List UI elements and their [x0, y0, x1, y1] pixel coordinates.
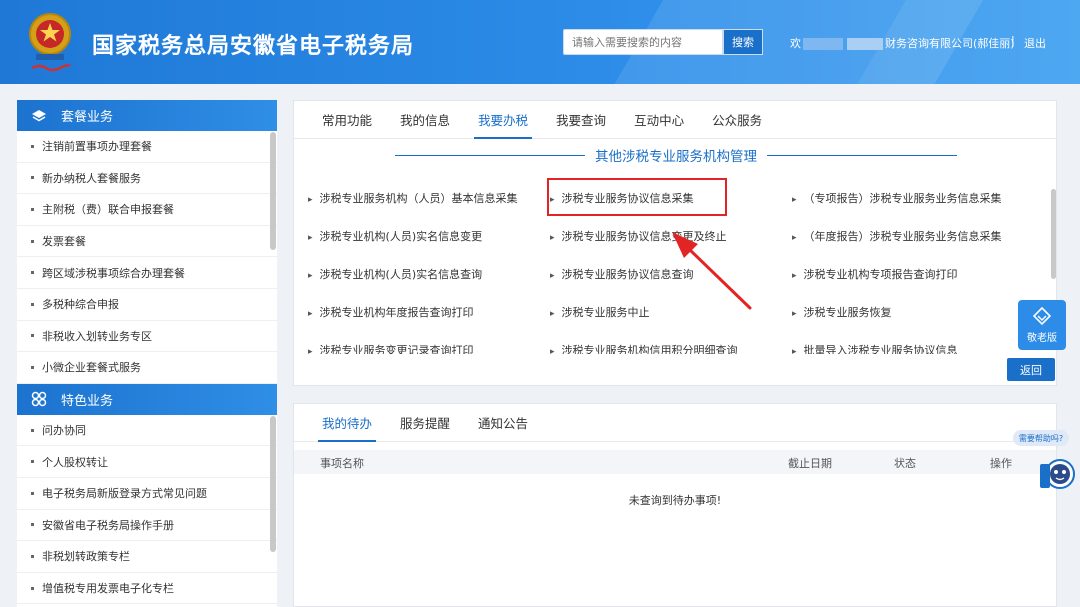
- sidebar-group-title: 特色业务: [61, 393, 114, 409]
- todo-tabs: 我的待办 服务提醒 通知公告: [294, 404, 1056, 442]
- divider: [395, 154, 585, 156]
- sidebar-item[interactable]: 多税种综合申报: [17, 289, 277, 321]
- sidebar-item[interactable]: 主附税（费）联合申报套餐: [17, 194, 277, 226]
- function-link[interactable]: 涉税专业服务变更记录查询打印: [308, 342, 474, 354]
- column-header: 操作: [990, 457, 1012, 470]
- site-header: 国家税务总局安徽省电子税务局 搜索 欢 财务咨询有限公司(郝佳丽) | 退出: [0, 0, 1080, 84]
- welcome-prefix: 欢: [790, 37, 801, 50]
- function-link[interactable]: （年度报告）涉税专业服务业务信息采集: [792, 228, 1002, 244]
- header-separator: |: [1011, 34, 1015, 47]
- column-header: 事项名称: [320, 457, 364, 470]
- function-link-agreement-collect[interactable]: 涉税专业服务协议信息采集: [550, 190, 694, 206]
- function-link[interactable]: 涉税专业服务机构（人员）基本信息采集: [308, 190, 518, 206]
- tax-emblem-logo: [29, 13, 71, 72]
- sidebar-item[interactable]: 问办协同: [17, 415, 277, 447]
- panel-scrollbar[interactable]: [1051, 189, 1056, 279]
- tax-service-panel: 常用功能 我的信息 我要办税 我要查询 互动中心 公众服务 其他涉税专业服务机构…: [293, 100, 1057, 386]
- tab-public-service[interactable]: 公众服务: [698, 101, 776, 138]
- sidebar-item[interactable]: 非税收入划转业务专区: [17, 321, 277, 353]
- sidebar-item[interactable]: 小微企业套餐式服务: [17, 352, 277, 384]
- divider: [767, 154, 957, 156]
- sidebar-scrollbar[interactable]: [270, 132, 276, 250]
- function-link[interactable]: 涉税专业机构专项报告查询打印: [792, 266, 958, 282]
- grid-icon: [31, 391, 47, 407]
- section-title: 其他涉税专业服务机构管理: [294, 145, 1058, 165]
- sidebar-scrollbar[interactable]: [270, 416, 276, 552]
- function-link[interactable]: 涉税专业机构年度报告查询打印: [308, 304, 474, 320]
- help-bubble[interactable]: 需要帮助吗?: [1013, 430, 1069, 446]
- function-link[interactable]: 批量导入涉税专业服务协议信息: [792, 342, 958, 354]
- column-header: 截止日期: [788, 457, 832, 470]
- redacted-name: [847, 38, 883, 50]
- todo-table-header: 事项名称 截止日期 状态 操作: [294, 450, 1056, 474]
- elder-mode-button[interactable]: 敬老版: [1018, 300, 1066, 350]
- function-link[interactable]: 涉税专业服务中止: [550, 304, 650, 320]
- sidebar-item[interactable]: 电子税务局新版登录方式常见问题: [17, 478, 277, 510]
- sidebar-item[interactable]: 增值税专用发票电子化专栏: [17, 573, 277, 605]
- tab-tax-handling[interactable]: 我要办税: [464, 101, 542, 139]
- tab-common-functions[interactable]: 常用功能: [308, 101, 386, 138]
- welcome-company: 财务咨询有限公司(郝佳丽): [885, 37, 1015, 50]
- sidebar-item[interactable]: 新办纳税人套餐服务: [17, 163, 277, 195]
- sidebar-item[interactable]: 跨区域涉税事项综合办理套餐: [17, 257, 277, 289]
- assistant-robot-icon[interactable]: [1038, 450, 1076, 494]
- search-button[interactable]: 搜索: [723, 29, 763, 55]
- tab-query[interactable]: 我要查询: [542, 101, 620, 138]
- return-button[interactable]: 返回: [1007, 358, 1055, 381]
- section-title-text: 其他涉税专业服务机构管理: [595, 149, 757, 165]
- sidebar-group-package[interactable]: 套餐业务: [17, 100, 277, 131]
- todo-panel: 我的待办 服务提醒 通知公告 事项名称 截止日期 状态 操作 未查询到待办事项!: [293, 403, 1057, 607]
- welcome-user: 欢 财务咨询有限公司(郝佳丽): [790, 35, 1015, 51]
- function-link[interactable]: 涉税专业服务协议信息查询: [550, 266, 694, 282]
- sidebar-item[interactable]: 发票套餐: [17, 226, 277, 258]
- sidebar-group-title: 套餐业务: [61, 110, 114, 125]
- elder-mode-label: 敬老版: [1027, 332, 1057, 344]
- function-link[interactable]: 涉税专业服务机构信用积分明细查询: [550, 342, 738, 354]
- tab-service-reminder[interactable]: 服务提醒: [386, 404, 464, 441]
- site-title: 国家税务总局安徽省电子税务局: [92, 34, 415, 59]
- search-input[interactable]: [563, 29, 723, 55]
- function-link[interactable]: （专项报告）涉税专业服务业务信息采集: [792, 190, 1002, 206]
- main-tabs: 常用功能 我的信息 我要办税 我要查询 互动中心 公众服务: [294, 101, 1056, 139]
- empty-message: 未查询到待办事项!: [628, 494, 722, 507]
- sidebar-item[interactable]: 安徽省电子税务局操作手册: [17, 510, 277, 542]
- tab-interaction[interactable]: 互动中心: [620, 101, 698, 138]
- column-header: 状态: [894, 457, 916, 470]
- sidebar-group-special[interactable]: 特色业务: [17, 383, 277, 415]
- diamond-icon: [1033, 306, 1051, 325]
- logout-link[interactable]: 退出: [1024, 35, 1046, 51]
- redacted-name: [803, 38, 843, 50]
- tab-my-todo[interactable]: 我的待办: [308, 404, 386, 442]
- sidebar-item[interactable]: 个人股权转让: [17, 446, 277, 478]
- function-link[interactable]: 涉税专业机构(人员)实名信息变更: [308, 228, 483, 244]
- function-link[interactable]: 涉税专业服务协议信息变更及终止: [550, 228, 727, 244]
- layers-icon: [31, 108, 47, 124]
- sidebar-item[interactable]: 注销前置事项办理套餐: [17, 131, 277, 163]
- function-link[interactable]: 涉税专业服务恢复: [792, 304, 892, 320]
- sidebar-item[interactable]: 非税划转政策专栏: [17, 541, 277, 573]
- sidebar: 套餐业务 注销前置事项办理套餐 新办纳税人套餐服务 主附税（费）联合申报套餐 发…: [17, 100, 277, 607]
- function-link[interactable]: 涉税专业机构(人员)实名信息查询: [308, 266, 483, 282]
- tab-my-info[interactable]: 我的信息: [386, 101, 464, 138]
- tab-notice[interactable]: 通知公告: [464, 404, 542, 441]
